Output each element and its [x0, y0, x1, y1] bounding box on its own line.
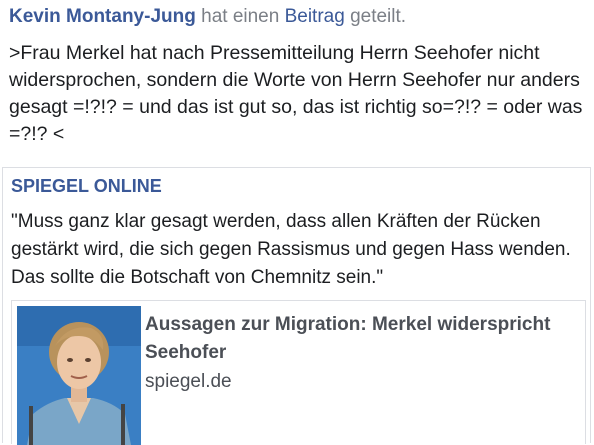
post-text: >Frau Merkel hat nach Pressemitteilung H… — [9, 42, 583, 145]
action-suffix: geteilt. — [350, 6, 407, 27]
link-card-domain: spiegel.de — [145, 371, 232, 392]
author-name-link[interactable]: Kevin Montany-Jung — [9, 6, 196, 27]
link-card-title[interactable]: Aussagen zur Migration: Merkel widerspri… — [145, 311, 565, 367]
post-header: Kevin Montany-Jung hat einen Beitrag get… — [9, 4, 406, 30]
shared-post[interactable]: SPIEGEL ONLINE "Muss ganz klar gesagt we… — [2, 167, 591, 445]
portrait-photo-icon[interactable] — [17, 306, 141, 445]
shared-source-name[interactable]: SPIEGEL ONLINE — [11, 176, 162, 197]
shared-quote: "Muss ganz klar gesagt werden, dass alle… — [11, 211, 571, 288]
post-link[interactable]: Beitrag — [285, 6, 345, 27]
action-prefix: hat einen — [201, 6, 280, 27]
link-preview-card[interactable]: Aussagen zur Migration: Merkel widerspri… — [11, 300, 586, 445]
